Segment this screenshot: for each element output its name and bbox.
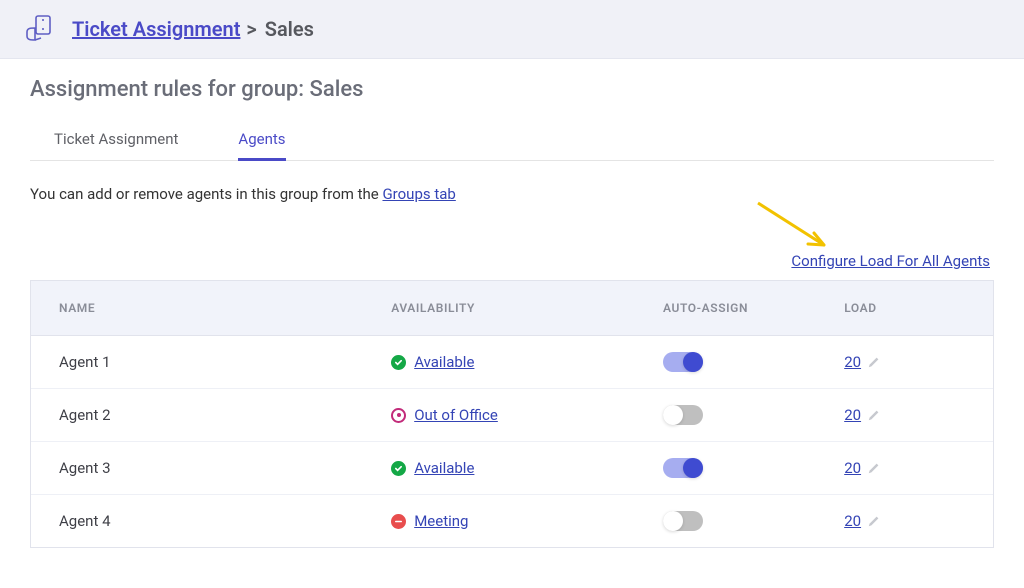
- col-header-auto-assign: AUTO-ASSIGN: [663, 301, 844, 315]
- auto-assign-cell: [663, 352, 844, 372]
- availability-link[interactable]: Out of Office: [414, 406, 498, 424]
- load-value-link[interactable]: 20: [844, 459, 861, 477]
- auto-assign-toggle[interactable]: [663, 352, 703, 372]
- auto-assign-cell: [663, 511, 844, 531]
- availability-cell: Available: [391, 353, 663, 371]
- breadcrumb-current: Sales: [265, 17, 314, 41]
- agent-name: Agent 4: [59, 512, 391, 530]
- configure-load-row: Configure Load For All Agents: [30, 251, 994, 270]
- availability-cell: Available: [391, 459, 663, 477]
- availability-cell: Meeting: [391, 512, 663, 530]
- table-row: Agent 1 Available 20: [31, 336, 993, 389]
- edit-icon[interactable]: [867, 514, 881, 528]
- availability-link[interactable]: Available: [414, 459, 474, 477]
- availability-link[interactable]: Meeting: [414, 512, 468, 530]
- hint-prefix: You can add or remove agents in this gro…: [30, 185, 382, 203]
- load-value-link[interactable]: 20: [844, 512, 861, 530]
- ticket-assignment-icon: [24, 14, 58, 44]
- agent-name: Agent 3: [59, 459, 391, 477]
- auto-assign-toggle[interactable]: [663, 405, 703, 425]
- auto-assign-cell: [663, 405, 844, 425]
- load-cell: 20: [844, 353, 965, 371]
- tab-ticket-assignment[interactable]: Ticket Assignment: [54, 120, 178, 160]
- page-content: Assignment rules for group: Sales Ticket…: [0, 59, 1024, 588]
- status-available-icon: [391, 355, 406, 370]
- edit-icon[interactable]: [867, 355, 881, 369]
- status-away-icon: [391, 408, 406, 423]
- col-header-availability: AVAILABILITY: [391, 301, 663, 315]
- load-cell: 20: [844, 512, 965, 530]
- col-header-name: NAME: [59, 301, 391, 315]
- status-available-icon: [391, 461, 406, 476]
- load-cell: 20: [844, 406, 965, 424]
- availability-cell: Out of Office: [391, 406, 663, 424]
- annotation-arrow-icon: [754, 199, 834, 255]
- breadcrumb-separator: >: [246, 17, 256, 41]
- status-busy-icon: [391, 514, 406, 529]
- table-header: NAME AVAILABILITY AUTO-ASSIGN LOAD: [31, 281, 993, 336]
- tab-list: Ticket Assignment Agents: [30, 120, 994, 161]
- page-title: Assignment rules for group: Sales: [30, 77, 994, 102]
- table-row: Agent 2 Out of Office 20: [31, 389, 993, 442]
- group-hint-text: You can add or remove agents in this gro…: [30, 185, 994, 203]
- breadcrumb-bar: Ticket Assignment > Sales: [0, 0, 1024, 59]
- agents-table: NAME AVAILABILITY AUTO-ASSIGN LOAD Agent…: [30, 280, 994, 548]
- auto-assign-cell: [663, 458, 844, 478]
- load-cell: 20: [844, 459, 965, 477]
- load-value-link[interactable]: 20: [844, 406, 861, 424]
- edit-icon[interactable]: [867, 408, 881, 422]
- tab-agents[interactable]: Agents: [238, 120, 285, 161]
- col-header-load: LOAD: [844, 301, 965, 315]
- availability-link[interactable]: Available: [414, 353, 474, 371]
- agent-name: Agent 2: [59, 406, 391, 424]
- groups-tab-link[interactable]: Groups tab: [382, 185, 455, 203]
- auto-assign-toggle[interactable]: [663, 511, 703, 531]
- table-row: Agent 4 Meeting 20: [31, 495, 993, 547]
- table-row: Agent 3 Available 20: [31, 442, 993, 495]
- breadcrumb-root-link[interactable]: Ticket Assignment: [72, 17, 240, 41]
- load-value-link[interactable]: 20: [844, 353, 861, 371]
- agent-name: Agent 1: [59, 353, 391, 371]
- edit-icon[interactable]: [867, 461, 881, 475]
- auto-assign-toggle[interactable]: [663, 458, 703, 478]
- breadcrumb: Ticket Assignment > Sales: [72, 17, 314, 41]
